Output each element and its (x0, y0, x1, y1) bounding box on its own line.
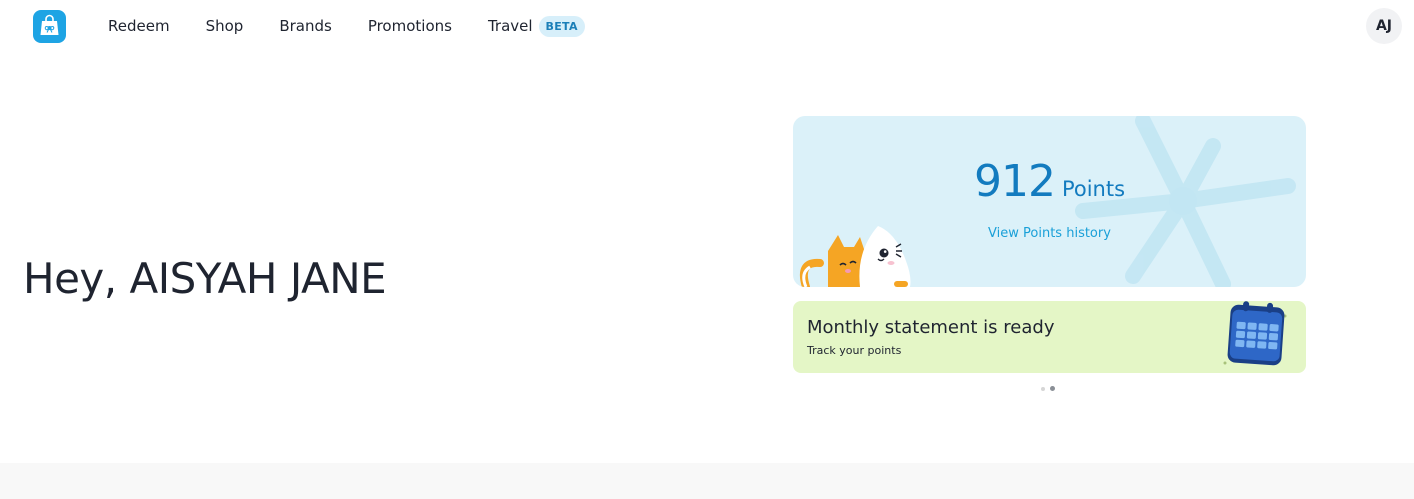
content-section-background (0, 463, 1414, 499)
logo-button[interactable] (33, 10, 66, 43)
calendar-icon (1223, 301, 1287, 366)
nav-promotions[interactable]: Promotions (368, 17, 452, 35)
main-nav: Redeem Shop Brands Promotions Travel BET… (108, 0, 585, 52)
statement-title: Monthly statement is ready (807, 317, 1055, 338)
carousel-dots (1041, 386, 1060, 391)
top-navigation-bar: Redeem Shop Brands Promotions Travel BET… (0, 0, 1414, 52)
nav-shop[interactable]: Shop (206, 17, 244, 35)
beta-badge: BETA (538, 15, 585, 37)
nav-brands[interactable]: Brands (279, 17, 332, 35)
points-unit-label: Points (1061, 177, 1126, 201)
points-value: 912 (973, 156, 1056, 207)
greeting-heading: Hey, AISYAH JANE (23, 254, 387, 303)
nav-redeem[interactable]: Redeem (108, 17, 170, 35)
user-avatar-button[interactable]: AJ (1366, 8, 1402, 44)
statement-subtitle: Track your points (807, 344, 902, 357)
nav-travel[interactable]: Travel (488, 17, 533, 35)
carousel-dot-2[interactable] (1050, 386, 1055, 391)
carousel-dot-1[interactable] (1041, 386, 1045, 391)
gift-bag-icon (40, 14, 59, 35)
points-card[interactable]: 912 Points View Points history (793, 116, 1306, 287)
points-balance: 912 Points (793, 156, 1306, 207)
cats-illustration-icon (799, 226, 911, 287)
monthly-statement-card[interactable]: Monthly statement is ready Track your po… (793, 301, 1306, 373)
